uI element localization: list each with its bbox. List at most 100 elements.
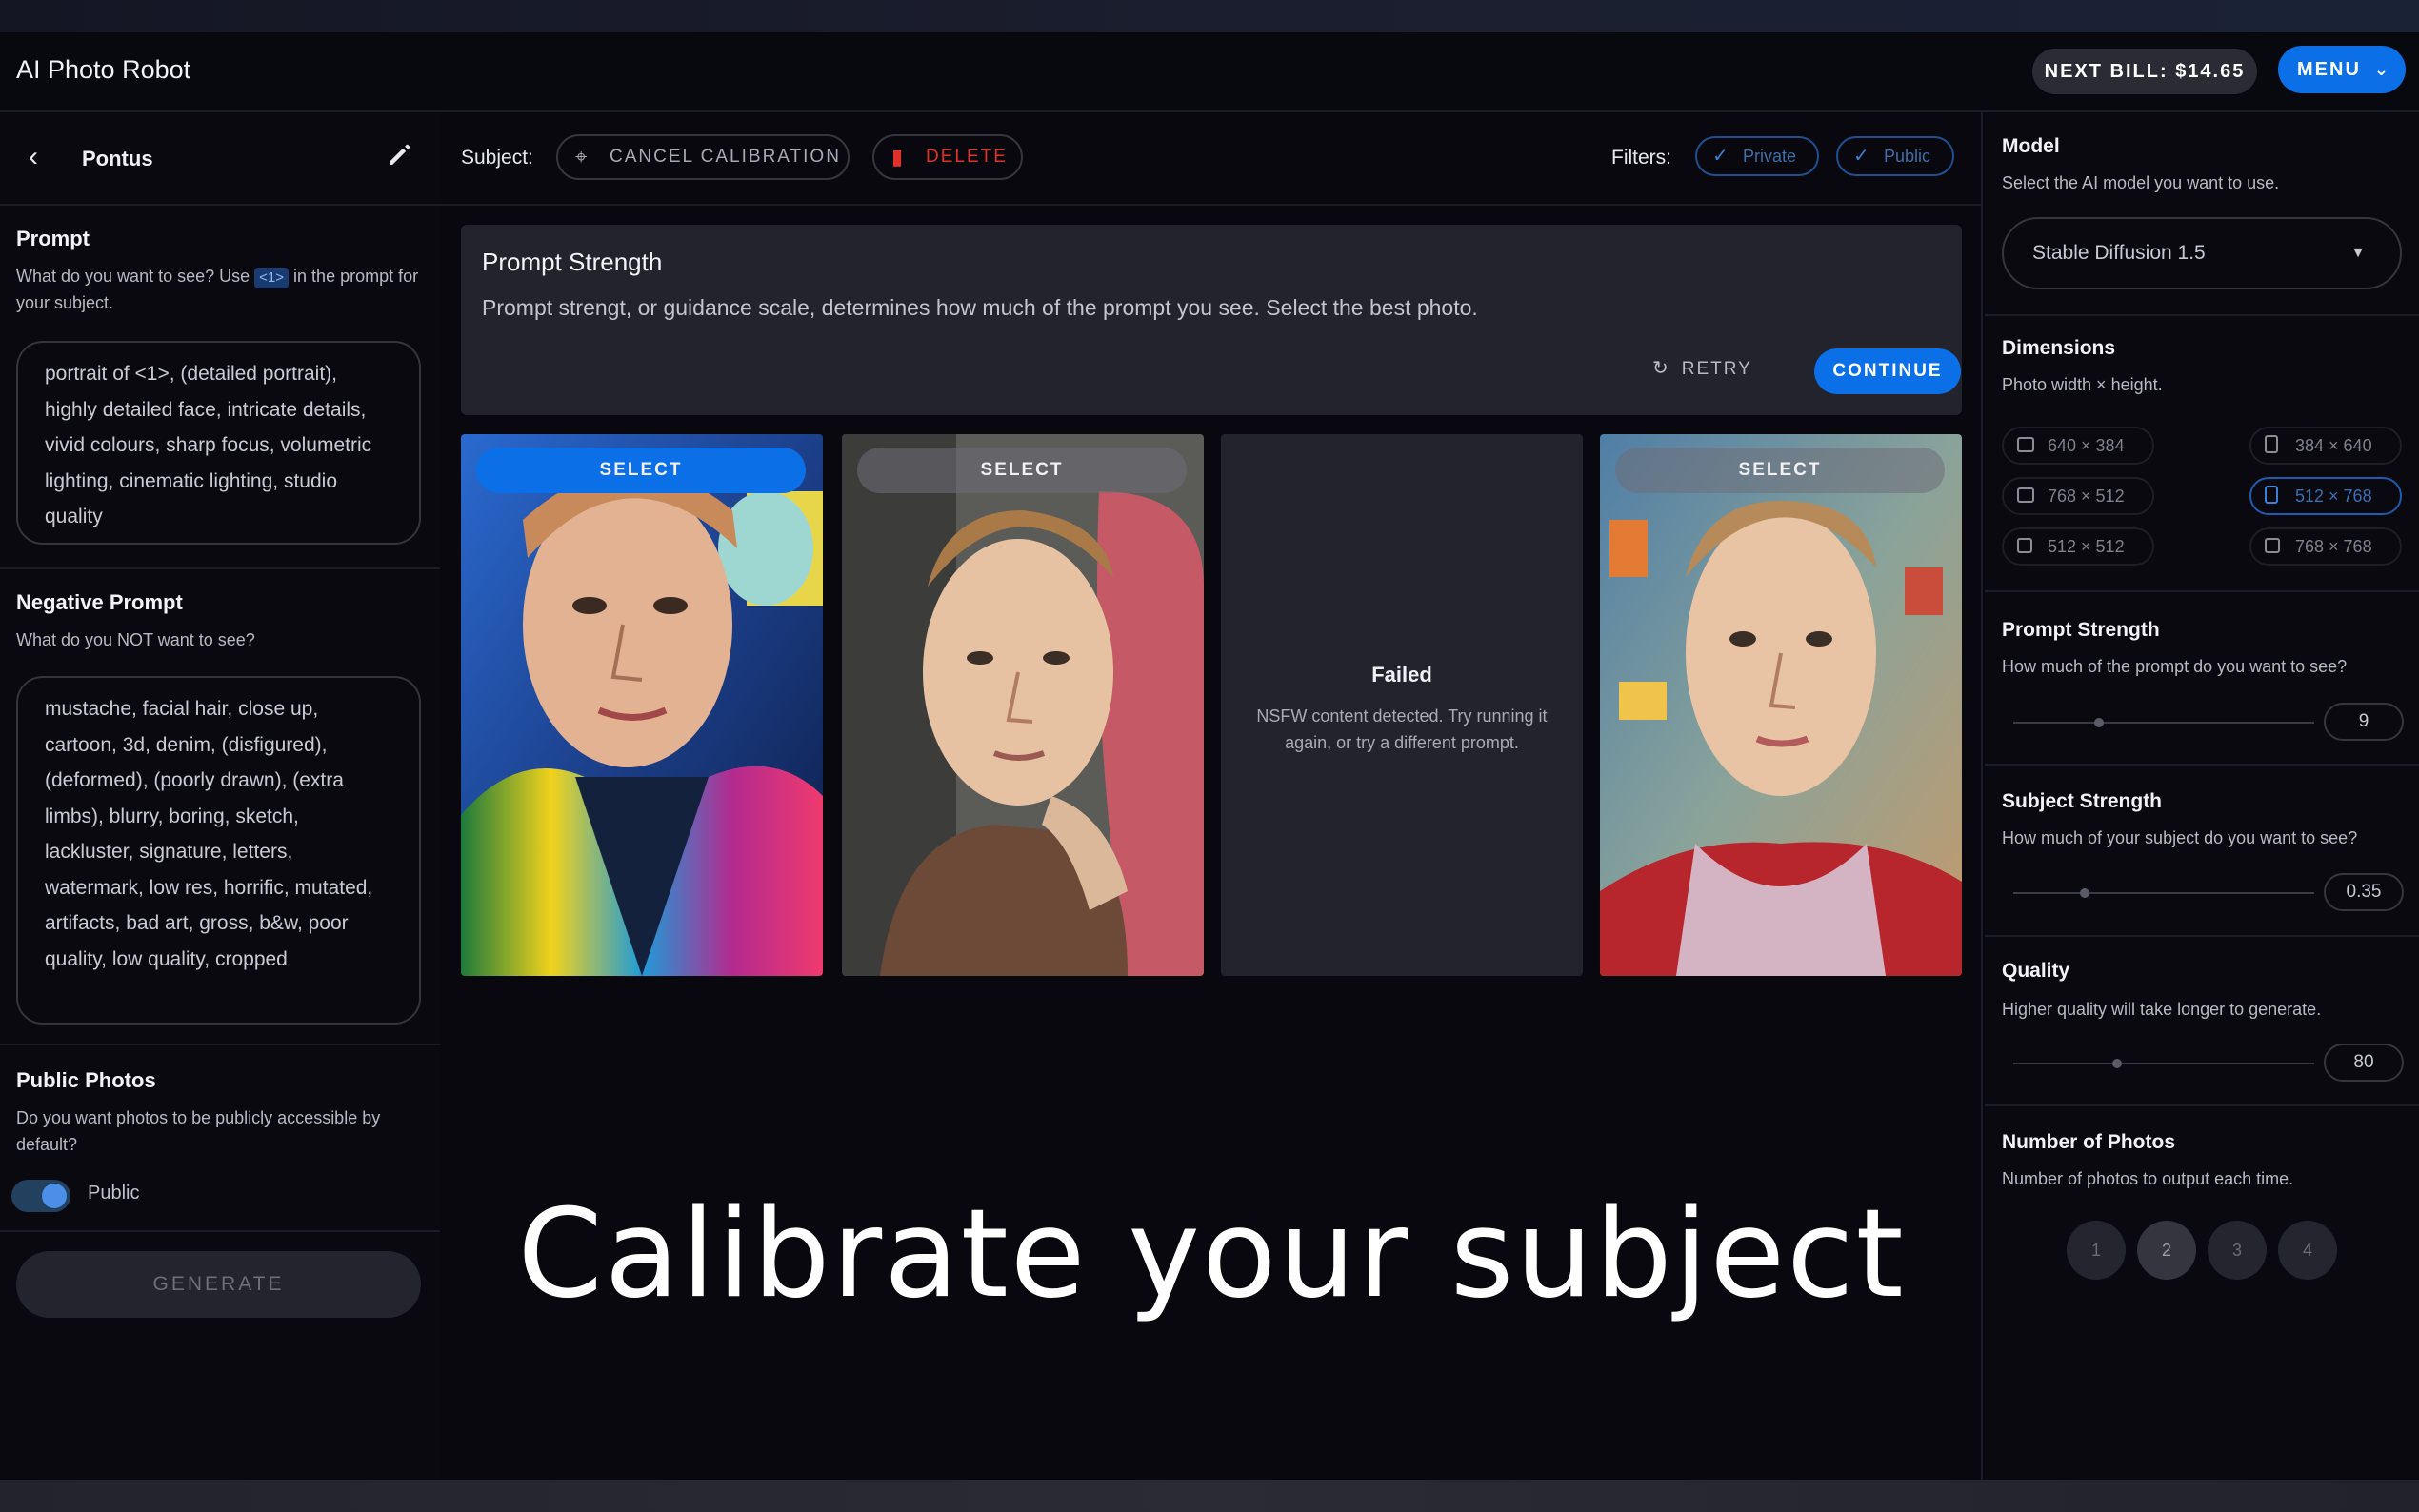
cancel-calibration-button[interactable]: ⌖ CANCEL CALIBRATION [556,134,850,180]
select-button[interactable]: SELECT [476,448,806,493]
dimension-512x512[interactable]: 512 × 512 [2002,527,2154,566]
prompt-strength-card: Prompt Strength Prompt strengt, or guida… [461,225,1962,415]
retry-button[interactable]: ↻ RETRY [1652,356,1752,380]
subject-strength-description: How much of your subject do you want to … [2002,828,2358,847]
promo-headline: Calibrate your subject [517,1184,1906,1325]
subject-token: <1> [254,268,290,288]
dimension-384x640[interactable]: 384 × 640 [2249,427,2402,465]
next-bill-badge[interactable]: NEXT BILL: $14.65 [2032,49,2257,94]
filters-label: Filters: [1611,147,1671,169]
portrait-image [1600,434,1962,976]
subject-strength-value[interactable]: 0.35 [2324,873,2404,911]
prompt-strength-description: How much of the prompt do you want to se… [2002,657,2348,676]
app-header: AI Photo Robot NEXT BILL: $14.65 MENU ⌄ [0,32,2419,112]
dimension-label: 768 × 512 [2048,487,2125,506]
public-toggle[interactable] [11,1180,70,1212]
photo-count-2[interactable]: 2 [2137,1221,2196,1280]
dimension-768x768[interactable]: 768 × 768 [2249,527,2402,566]
model-select-value: Stable Diffusion 1.5 [2032,242,2206,264]
window-bottom-strip [0,1480,2419,1512]
continue-button[interactable]: CONTINUE [1814,348,1961,394]
filter-public[interactable]: ✓ Public [1836,136,1954,176]
landscape-icon [2017,437,2034,452]
settings-panel: Model Select the AI model you want to us… [1985,112,2419,1480]
public-photos-description: Do you want photos to be publicly access… [16,1108,381,1154]
failed-description: NSFW content detected. Try running it ag… [1256,706,1548,752]
chevron-down-icon: ⌄ [2373,60,2390,79]
divider [0,1230,440,1232]
select-button[interactable]: SELECT [857,448,1187,493]
slider-knob[interactable] [2112,1059,2123,1068]
photo-result-1[interactable]: SELECT [461,434,823,976]
photo-count-3[interactable]: 3 [2208,1221,2267,1280]
subject-toolbar: Subject: ⌖ CANCEL CALIBRATION ▮ DELETE F… [440,112,1983,206]
divider [1985,590,2419,592]
dimension-label: 384 × 640 [2295,436,2372,455]
dimension-512x768[interactable]: 512 × 768 [2249,477,2402,515]
caret-down-icon: ▼ [2350,245,2366,261]
back-chevron-icon[interactable]: ‹ [29,141,38,173]
prompt-strength-title: Prompt Strength [2002,619,2160,641]
divider [1985,935,2419,937]
prompt-title: Prompt [16,227,90,250]
photo-result-2[interactable]: SELECT [842,434,1204,976]
landscape-icon [2017,487,2034,503]
subject-name: Pontus [82,147,153,170]
portrait-icon [2265,435,2278,453]
generate-button[interactable]: GENERATE [16,1251,421,1318]
left-panel: ‹ Pontus Prompt What do you want to see?… [0,112,440,1480]
delete-label: DELETE [926,147,1008,167]
retry-label: RETRY [1681,359,1752,379]
photo-result-failed: Failed NSFW content detected. Try runnin… [1221,434,1583,976]
menu-label: MENU [2297,59,2361,80]
card-title: Prompt Strength [482,248,663,276]
prompt-strength-slider[interactable] [2013,718,2314,727]
delete-button[interactable]: ▮ DELETE [872,134,1023,180]
dimension-label: 512 × 768 [2295,487,2372,506]
dimensions-description: Photo width × height. [2002,375,2163,394]
select-button[interactable]: SELECT [1615,448,1945,493]
model-select[interactable]: Stable Diffusion 1.5 ▼ [2002,217,2402,289]
prompt-description: What do you want to see? Use <1> in the … [16,263,426,316]
prompt-desc-before: What do you want to see? Use [16,267,250,286]
photo-count-1[interactable]: 1 [2067,1221,2126,1280]
public-photos-title: Public Photos [16,1068,156,1092]
filter-private-label: Private [1743,147,1797,166]
dimension-label: 640 × 384 [2048,436,2125,455]
dimension-768x512[interactable]: 768 × 512 [2002,477,2154,515]
quality-slider[interactable] [2013,1059,2314,1068]
model-description: Select the AI model you want to use. [2002,173,2280,192]
negative-prompt-title: Negative Prompt [16,590,183,614]
negative-prompt-description: What do you NOT want to see? [16,630,255,649]
photo-count-4[interactable]: 4 [2278,1221,2337,1280]
prompt-textarea[interactable]: portrait of <1>, (detailed portrait), hi… [16,341,421,545]
pencil-icon[interactable] [385,141,413,169]
slider-knob[interactable] [2079,888,2089,898]
portrait-image [842,434,1204,976]
subject-strength-slider[interactable] [2013,888,2314,898]
failed-title: Failed [1371,663,1432,686]
number-of-photos-title: Number of Photos [2002,1131,2175,1153]
filter-private[interactable]: ✓ Private [1695,136,1819,176]
trash-icon: ▮ [891,145,906,169]
photo-result-4[interactable]: SELECT [1600,434,1962,976]
prompt-strength-value[interactable]: 9 [2324,703,2404,741]
negative-prompt-textarea[interactable]: mustache, facial hair, close up, cartoon… [16,676,421,1025]
card-description: Prompt strengt, or guidance scale, deter… [482,295,1478,320]
dimension-640x384[interactable]: 640 × 384 [2002,427,2154,465]
slider-knob[interactable] [2094,718,2105,727]
crosshair-icon: ⌖ [575,145,590,169]
check-icon: ✓ [1853,146,1869,167]
app-title: AI Photo Robot [16,55,191,84]
subject-strength-title: Subject Strength [2002,790,2163,812]
refresh-icon: ↻ [1652,358,1670,379]
main-content: Subject: ⌖ CANCEL CALIBRATION ▮ DELETE F… [440,112,1983,1480]
quality-value[interactable]: 80 [2324,1044,2404,1082]
cancel-calibration-label: CANCEL CALIBRATION [610,147,841,167]
quality-description: Higher quality will take longer to gener… [2002,1000,2322,1019]
portrait-image [461,434,823,976]
divider [1985,1104,2419,1106]
menu-button[interactable]: MENU ⌄ [2278,46,2406,93]
number-of-photos-description: Number of photos to output each time. [2002,1169,2294,1188]
portrait-icon [2265,486,2278,504]
